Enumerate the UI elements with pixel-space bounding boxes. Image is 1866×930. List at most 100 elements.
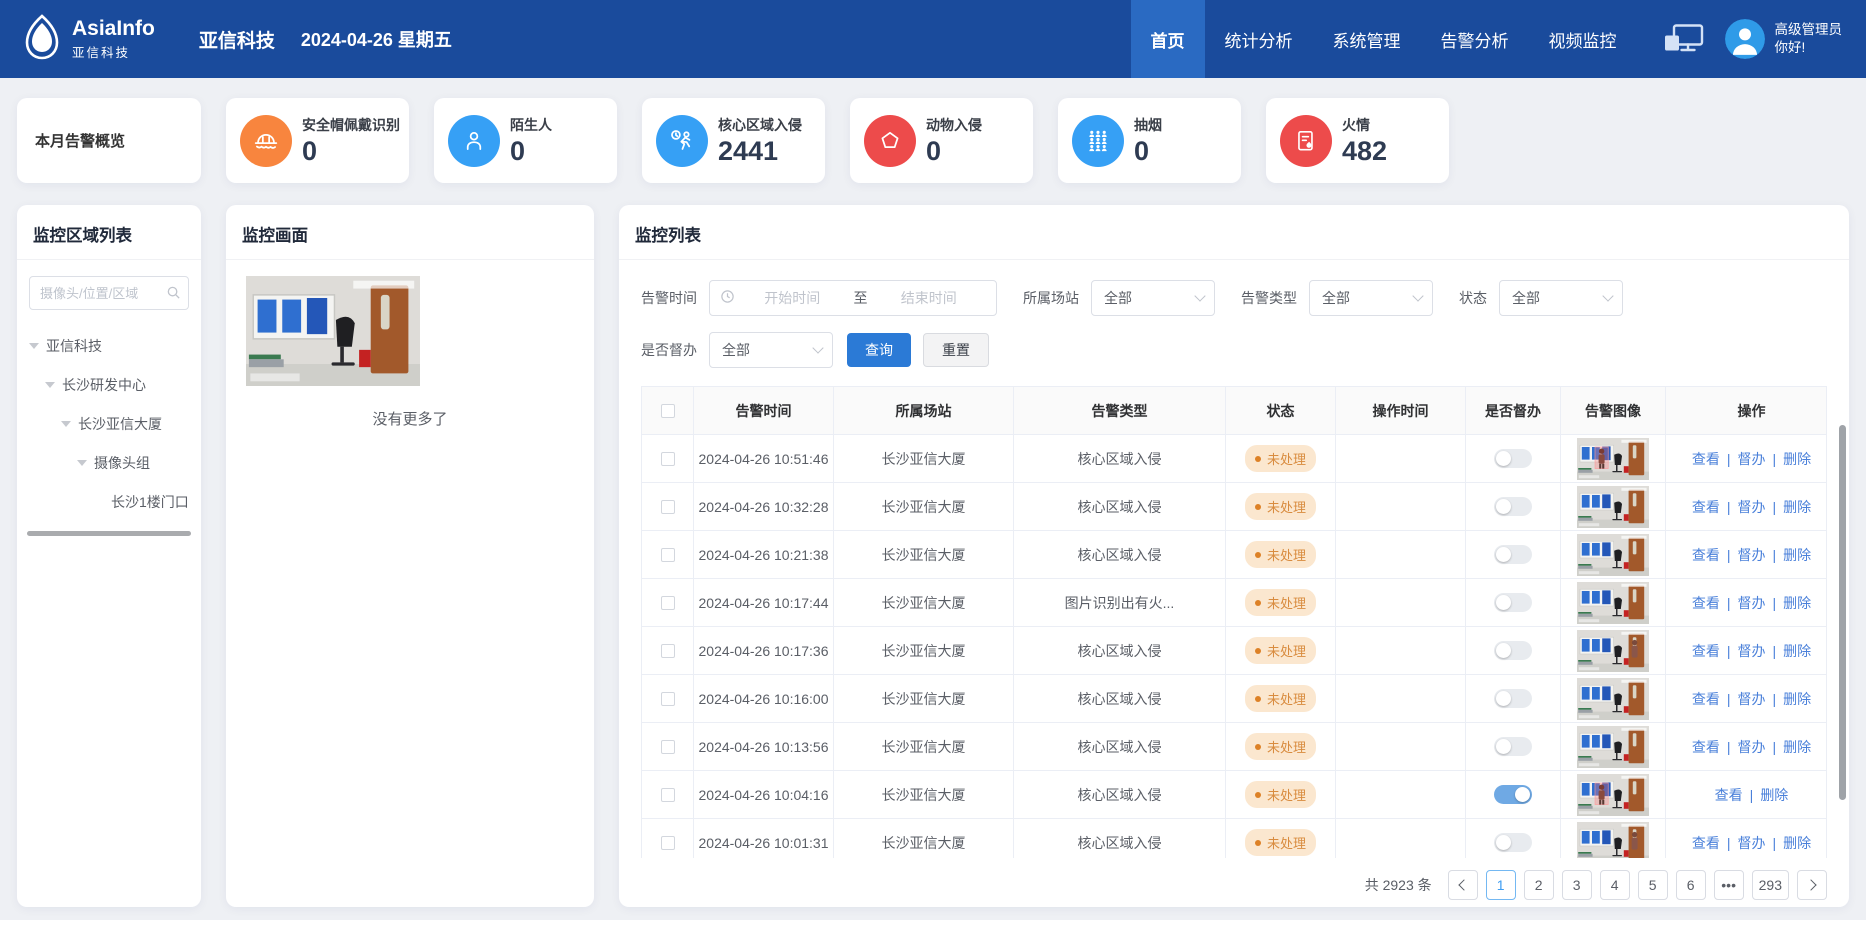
alarm-image-thumbnail[interactable] (1577, 486, 1649, 528)
row-checkbox[interactable] (661, 644, 675, 658)
supervise-toggle[interactable] (1494, 593, 1532, 612)
tree-item[interactable]: 长沙亚信大厦 (17, 404, 201, 443)
tree-item[interactable]: 长沙研发中心 (17, 365, 201, 404)
alarm-image-thumbnail[interactable] (1577, 678, 1649, 720)
table-vertical-scrollbar[interactable] (1839, 425, 1846, 800)
row-checkbox[interactable] (661, 692, 675, 706)
action-link-view[interactable]: 查看 (1692, 833, 1720, 853)
row-checkbox[interactable] (661, 836, 675, 850)
station-cell: 长沙亚信大厦 (834, 483, 1014, 531)
action-link-delete[interactable]: 删除 (1783, 545, 1811, 565)
alarm-image-cell (1561, 483, 1666, 531)
action-link-delete[interactable]: 删除 (1783, 449, 1811, 469)
action-link-delete[interactable]: 删除 (1783, 737, 1811, 757)
alarm-type-select[interactable]: 全部 (1309, 280, 1433, 316)
table-row: 2024-04-26 10:16:00长沙亚信大厦核心区域入侵未处理查看|督办|… (642, 675, 1826, 723)
action-link-delete[interactable]: 删除 (1783, 689, 1811, 709)
action-link-supervise[interactable]: 督办 (1738, 497, 1766, 517)
action-link-view[interactable]: 查看 (1692, 449, 1720, 469)
page-ellipsis[interactable]: ••• (1714, 870, 1744, 900)
action-link-delete[interactable]: 删除 (1783, 497, 1811, 517)
supervise-cell (1466, 771, 1561, 819)
supervise-toggle[interactable] (1494, 785, 1532, 804)
alarm-image-thumbnail[interactable] (1577, 630, 1649, 672)
alarm-time-range-input[interactable]: 开始时间 至 结束时间 (709, 280, 997, 316)
alarm-image-thumbnail[interactable] (1577, 438, 1649, 480)
row-checkbox[interactable] (661, 788, 675, 802)
action-link-view[interactable]: 查看 (1715, 785, 1743, 805)
alarm-image-thumbnail[interactable] (1577, 822, 1649, 859)
status-cell: 未处理 (1226, 675, 1336, 723)
tree-horizontal-scrollbar[interactable] (27, 531, 191, 536)
status-select[interactable]: 全部 (1499, 280, 1623, 316)
supervise-toggle[interactable] (1494, 497, 1532, 516)
query-button[interactable]: 查询 (847, 333, 911, 367)
camera-thumbnail[interactable] (246, 276, 574, 386)
page-button[interactable]: 3 (1562, 870, 1592, 900)
alarm-image-thumbnail[interactable] (1577, 534, 1649, 576)
caret-down-icon[interactable] (77, 460, 87, 466)
supervise-toggle[interactable] (1494, 689, 1532, 708)
action-link-supervise[interactable]: 督办 (1738, 737, 1766, 757)
alarm-image-thumbnail[interactable] (1577, 774, 1649, 816)
caret-down-icon[interactable] (29, 343, 39, 349)
next-page-button[interactable] (1797, 870, 1827, 900)
search-icon[interactable] (166, 285, 181, 305)
caret-down-icon[interactable] (61, 421, 71, 427)
action-link-view[interactable]: 查看 (1692, 497, 1720, 517)
row-checkbox[interactable] (661, 740, 675, 754)
tree-item[interactable]: 亚信科技 (17, 326, 201, 365)
supervise-toggle[interactable] (1494, 833, 1532, 852)
action-link-supervise[interactable]: 督办 (1738, 689, 1766, 709)
action-link-delete[interactable]: 删除 (1783, 593, 1811, 613)
row-checkbox[interactable] (661, 596, 675, 610)
action-link-delete[interactable]: 删除 (1783, 833, 1811, 853)
action-link-view[interactable]: 查看 (1692, 641, 1720, 661)
action-link-supervise[interactable]: 督办 (1738, 641, 1766, 661)
action-link-supervise[interactable]: 督办 (1738, 833, 1766, 853)
supervise-toggle[interactable] (1494, 737, 1532, 756)
nav-item[interactable]: 首页 (1131, 0, 1205, 78)
row-checkbox[interactable] (661, 452, 675, 466)
caret-down-icon[interactable] (45, 382, 55, 388)
start-time-placeholder[interactable]: 开始时间 (735, 288, 850, 308)
alarm-image-thumbnail[interactable] (1577, 726, 1649, 768)
search-input[interactable] (29, 276, 189, 310)
action-link-view[interactable]: 查看 (1692, 689, 1720, 709)
supervise-toggle[interactable] (1494, 641, 1532, 660)
page-button[interactable]: 6 (1676, 870, 1706, 900)
page-button[interactable]: 1 (1486, 870, 1516, 900)
page-button[interactable]: 2 (1524, 870, 1554, 900)
action-link-view[interactable]: 查看 (1692, 737, 1720, 757)
row-checkbox[interactable] (661, 548, 675, 562)
station-select[interactable]: 全部 (1091, 280, 1215, 316)
action-link-delete[interactable]: 删除 (1783, 641, 1811, 661)
page-button[interactable]: 5 (1638, 870, 1668, 900)
monitor-wall-icon[interactable] (1663, 23, 1705, 55)
action-link-delete[interactable]: 删除 (1760, 785, 1788, 805)
nav-item[interactable]: 告警分析 (1421, 0, 1529, 78)
action-link-view[interactable]: 查看 (1692, 545, 1720, 565)
nav-item[interactable]: 统计分析 (1205, 0, 1313, 78)
alarm-image-thumbnail[interactable] (1577, 582, 1649, 624)
supervise-select[interactable]: 全部 (709, 332, 833, 368)
prev-page-button[interactable] (1448, 870, 1478, 900)
end-time-placeholder[interactable]: 结束时间 (872, 288, 987, 308)
supervise-toggle[interactable] (1494, 545, 1532, 564)
action-links: 查看|督办|删除 (1692, 737, 1811, 757)
select-all-checkbox[interactable] (661, 404, 675, 418)
action-link-supervise[interactable]: 督办 (1738, 449, 1766, 469)
reset-button[interactable]: 重置 (923, 333, 989, 367)
tree-item[interactable]: 长沙1楼门口 (17, 482, 201, 521)
action-link-view[interactable]: 查看 (1692, 593, 1720, 613)
action-link-supervise[interactable]: 督办 (1738, 545, 1766, 565)
action-link-supervise[interactable]: 督办 (1738, 593, 1766, 613)
avatar[interactable] (1725, 19, 1765, 59)
tree-item[interactable]: 摄像头组 (17, 443, 201, 482)
nav-item[interactable]: 系统管理 (1313, 0, 1421, 78)
page-button[interactable]: 293 (1752, 870, 1789, 900)
supervise-toggle[interactable] (1494, 449, 1532, 468)
nav-item[interactable]: 视频监控 (1529, 0, 1637, 78)
page-button[interactable]: 4 (1600, 870, 1630, 900)
row-checkbox[interactable] (661, 500, 675, 514)
